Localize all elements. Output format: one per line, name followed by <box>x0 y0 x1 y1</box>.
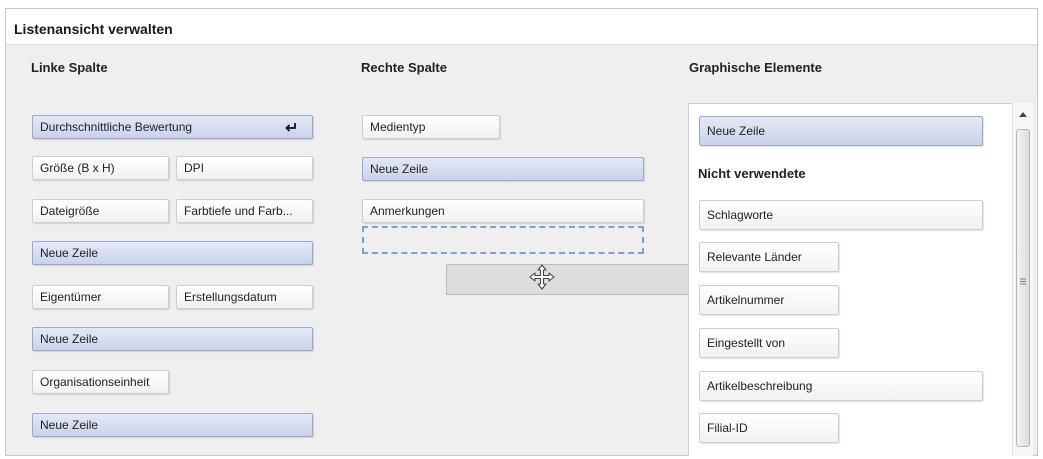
field-item-average-rating[interactable]: Durchschnittliche Bewertung <box>32 115 313 139</box>
enter-icon <box>285 123 296 132</box>
drop-zone-placeholder[interactable] <box>362 226 644 254</box>
new-row-item[interactable]: Neue Zeile <box>32 327 313 351</box>
right-column-title: Rechte Spalte <box>361 60 447 75</box>
unused-heading: Nicht verwendete <box>698 166 806 181</box>
field-item-relevant-countries[interactable]: Relevante Länder <box>699 242 839 272</box>
field-item-color-depth[interactable]: Farbtiefe und Farb... <box>176 199 313 223</box>
panel-title: Listenansicht verwalten <box>14 21 173 37</box>
graphic-column-title: Graphische Elemente <box>689 60 822 75</box>
move-icon <box>529 264 555 290</box>
field-item-creation-date[interactable]: Erstellungsdatum <box>176 285 313 309</box>
field-item-branch-id[interactable]: Filial-ID <box>699 413 839 443</box>
chevron-up-icon[interactable] <box>1018 110 1028 118</box>
field-item-file-size[interactable]: Dateigröße <box>32 199 169 223</box>
field-item-notes[interactable]: Anmerkungen <box>362 199 644 223</box>
field-label: Durchschnittliche Bewertung <box>40 120 193 134</box>
field-item-dpi[interactable]: DPI <box>176 156 313 180</box>
graphic-elements-list <box>688 103 1033 456</box>
field-item-posted-by[interactable]: Eingestellt von <box>699 328 839 358</box>
grip-icon <box>1020 278 1026 285</box>
field-item-organizational-unit[interactable]: Organisationseinheit <box>32 370 169 394</box>
field-item-article-number[interactable]: Artikelnummer <box>699 285 839 315</box>
field-item-keywords[interactable]: Schlagworte <box>699 200 983 230</box>
scroll-thumb[interactable] <box>1016 129 1030 447</box>
field-item-size[interactable]: Größe (B x H) <box>32 156 169 180</box>
field-item-article-description[interactable]: Artikelbeschreibung <box>699 371 983 401</box>
left-column-title: Linke Spalte <box>31 60 108 75</box>
scrollbar[interactable] <box>1012 103 1033 456</box>
new-row-item[interactable]: Neue Zeile <box>32 413 313 437</box>
new-row-item[interactable]: Neue Zeile <box>32 241 313 265</box>
field-item-owner[interactable]: Eigentümer <box>32 285 169 309</box>
new-row-item[interactable]: Neue Zeile <box>699 116 983 146</box>
panel-header: Listenansicht verwalten <box>6 9 1037 45</box>
field-item-media-type[interactable]: Medientyp <box>362 115 500 139</box>
drag-ghost <box>446 264 698 295</box>
new-row-item[interactable]: Neue Zeile <box>362 157 644 181</box>
